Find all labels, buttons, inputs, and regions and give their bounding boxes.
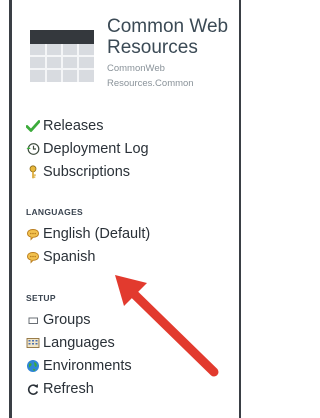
sidebar-panel: Common Web Resources CommonWeb Resources…	[0, 0, 241, 418]
red-arrow-annotation	[115, 275, 219, 377]
